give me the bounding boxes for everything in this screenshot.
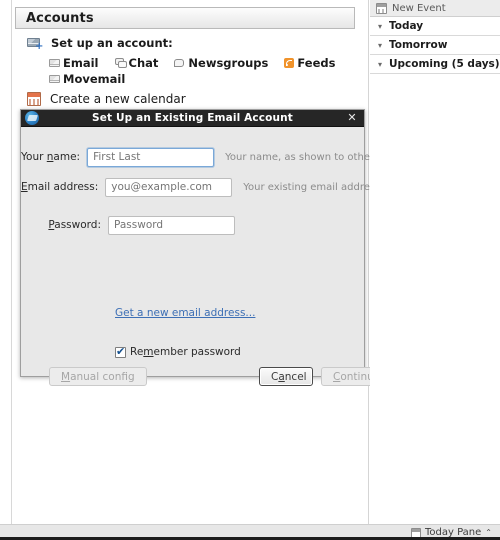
account-type-newsgroups[interactable]: Newsgroups [174,55,268,71]
email-address-row: Email address: Your existing email addre… [21,177,380,197]
your-name-input[interactable] [87,147,215,167]
manual-config-button[interactable]: Manual config [49,367,147,386]
calendar-icon [27,92,41,106]
account-type-chat[interactable]: Chat [114,55,159,71]
chevron-down-icon: ▾ [377,59,382,69]
account-type-email[interactable]: Email [49,55,98,71]
sidebar-section-label: Today [389,20,424,32]
new-event-button[interactable]: New Event [370,0,500,17]
password-label: Password: [48,219,101,231]
password-row: Password: [21,215,364,235]
account-type-label: Chat [128,55,159,70]
your-name-label: Your name: [21,151,81,163]
account-type-label: Newsgroups [188,55,269,70]
password-input[interactable] [108,215,235,235]
application-window: Accounts + Set up an account: Email Chat… [0,0,500,540]
create-calendar-row[interactable]: Create a new calendar [27,92,186,106]
setup-account-row: + Set up an account: [27,36,173,51]
your-name-hint: Your name, as shown to others [225,151,380,163]
email-address-hint: Your existing email address [243,181,381,193]
dialog-title: Set Up an Existing Email Account [92,112,293,124]
rss-icon [284,57,295,68]
remember-password-checkbox[interactable]: Remember password [115,345,241,358]
account-type-label: Feeds [297,55,336,70]
account-type-movemail[interactable]: Movemail [49,71,125,87]
envelope-icon [49,75,60,83]
accounts-header: Accounts [15,7,355,29]
chevron-down-icon: ▾ [377,40,382,50]
sidebar-section-tomorrow[interactable]: ▾ Tomorrow [370,36,500,55]
create-calendar-label: Create a new calendar [50,92,186,106]
thunderbird-icon [25,111,39,125]
chevron-down-icon: ▾ [377,21,382,31]
email-address-input[interactable] [105,177,233,197]
email-address-label: Email address: [21,181,99,193]
dialog-body: Your name: Your name, as shown to others… [21,127,393,386]
sidebar-section-upcoming[interactable]: ▾ Upcoming (5 days) [370,55,500,74]
account-type-feeds[interactable]: Feeds [284,55,335,71]
new-event-icon [376,2,387,14]
page-title: Accounts [26,10,94,26]
new-event-label: New Event [392,2,446,14]
account-add-icon: + [27,37,43,51]
chat-bubbles-icon [114,58,127,68]
close-icon[interactable]: ✕ [346,112,358,124]
setup-email-account-dialog: Set Up an Existing Email Account ✕ Your … [20,109,393,386]
setup-account-label: Set up an account: [51,36,173,50]
remember-password-label: Remember password [130,346,241,358]
your-name-row: Your name: Your name, as shown to others [21,147,379,167]
cancel-button[interactable]: Cancel [259,367,313,386]
chevron-up-icon: ⌃ [485,528,492,537]
get-new-email-address-link[interactable]: Get a new email address... [115,307,255,319]
account-type-links: Email Chat Newsgroups Feeds Movemail [49,54,349,87]
checkbox-checked-icon [115,345,126,358]
sidebar-section-today[interactable]: ▾ Today [370,17,500,36]
sidebar-section-label: Upcoming (5 days) [389,58,500,70]
newsgroup-icon [174,58,185,67]
dialog-titlebar: Set Up an Existing Email Account ✕ [21,110,364,127]
today-pane-sidebar: New Event ▾ Today ▾ Tomorrow ▾ Upcoming … [370,0,500,524]
account-type-label: Email [63,55,99,70]
calendar-small-icon [410,527,421,538]
sidebar-section-label: Tomorrow [389,39,448,51]
envelope-icon [49,58,60,67]
account-type-label: Movemail [63,72,126,86]
